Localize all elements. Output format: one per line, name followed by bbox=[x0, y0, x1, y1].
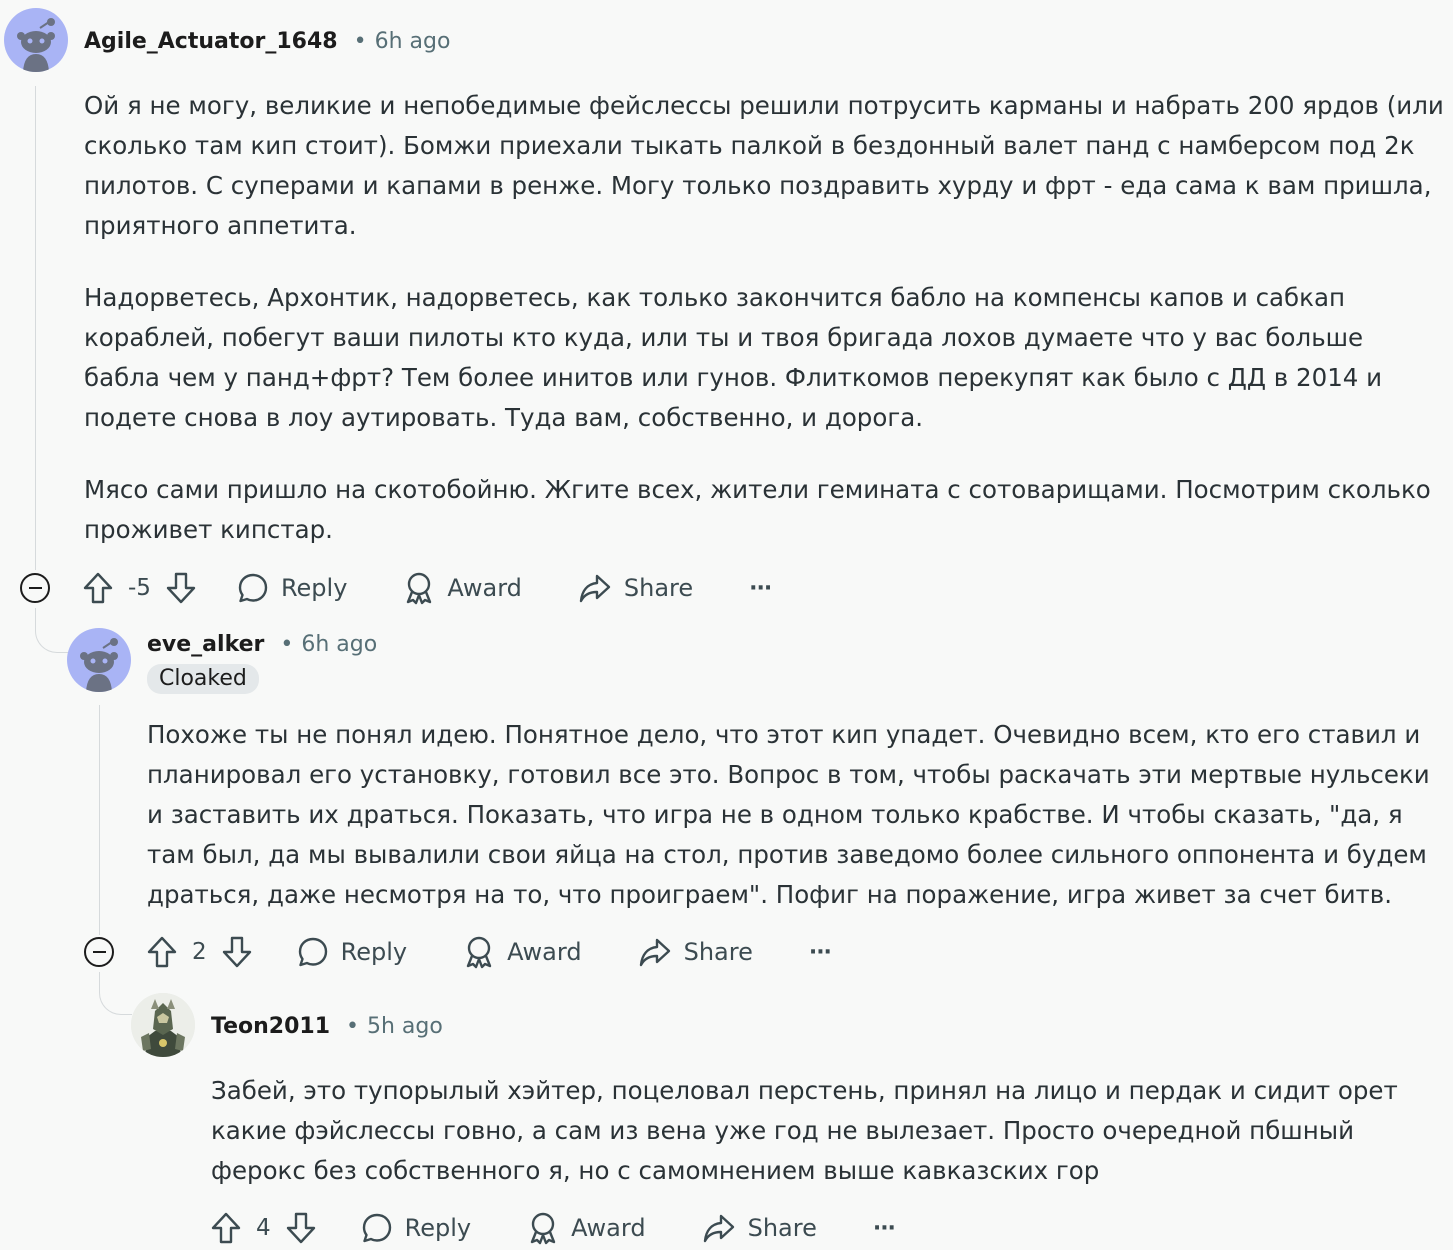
speech-bubble-icon bbox=[298, 937, 327, 967]
vote-count: 4 bbox=[256, 1215, 271, 1241]
share-label: Share bbox=[623, 574, 694, 602]
thread-connector-3 bbox=[99, 972, 132, 1015]
snoo-icon bbox=[80, 638, 118, 692]
more-options-icon: ··· bbox=[808, 939, 832, 965]
share-button[interactable]: Share bbox=[578, 572, 693, 604]
reply-button[interactable]: Reply bbox=[361, 1212, 471, 1244]
speech-bubble-icon bbox=[238, 573, 268, 603]
upvote-button[interactable] bbox=[146, 935, 178, 969]
award-label: Award bbox=[507, 938, 582, 966]
thread-line-1 bbox=[35, 86, 36, 570]
upvote-arrow-icon bbox=[147, 936, 177, 968]
comment-time: 6h ago bbox=[301, 631, 378, 657]
comment-paragraph: Мясо сами пришло на скотобойню. Жгите вс… bbox=[84, 475, 1431, 544]
armored-character-icon bbox=[131, 993, 195, 1057]
snoo-icon bbox=[17, 18, 55, 72]
thread-connector-2 bbox=[35, 612, 68, 653]
collapse-thread-button[interactable] bbox=[84, 937, 114, 967]
comment-timestamp[interactable]: • 6h ago bbox=[280, 632, 377, 657]
comment-time: 5h ago bbox=[367, 1013, 443, 1039]
reply-label: Reply bbox=[340, 938, 408, 966]
more-options-icon: ··· bbox=[872, 1215, 896, 1241]
reply-label: Reply bbox=[404, 1214, 472, 1242]
comment-body: Забей, это тупорылый хэйтер, поцеловал п… bbox=[211, 1071, 1447, 1191]
comment-author[interactable]: Agile_Actuator_1648 bbox=[84, 29, 338, 54]
downvote-arrow-icon bbox=[286, 1212, 315, 1244]
downvote-button[interactable] bbox=[285, 1211, 317, 1245]
comment-timestamp[interactable]: • 6h ago bbox=[354, 29, 451, 54]
downvote-arrow-icon bbox=[222, 936, 251, 968]
reply-label: Reply bbox=[280, 574, 348, 602]
comment-time: 6h ago bbox=[374, 28, 451, 54]
share-label: Share bbox=[683, 938, 753, 966]
comment-paragraph: Ой я не могу, великие и непобедимые фейс… bbox=[84, 91, 1444, 240]
avatar[interactable] bbox=[131, 993, 195, 1057]
comment-actions: 4 Reply Award Share ··· bbox=[210, 1206, 896, 1250]
minus-icon bbox=[28, 587, 42, 589]
award-ribbon-icon bbox=[530, 1212, 556, 1245]
award-label: Award bbox=[447, 574, 522, 602]
separator-dot: • bbox=[346, 1013, 359, 1039]
comment-timestamp[interactable]: • 5h ago bbox=[346, 1014, 443, 1039]
downvote-button[interactable] bbox=[165, 571, 197, 605]
collapse-thread-button[interactable] bbox=[20, 573, 50, 603]
upvote-button[interactable] bbox=[82, 571, 114, 605]
award-button[interactable]: Award bbox=[527, 1211, 646, 1245]
separator-dot: • bbox=[353, 28, 367, 54]
downvote-button[interactable] bbox=[221, 935, 253, 969]
share-label: Share bbox=[747, 1214, 817, 1242]
share-arrow-icon bbox=[579, 574, 611, 603]
speech-bubble-icon bbox=[362, 1213, 391, 1243]
vote-count: 2 bbox=[192, 939, 207, 965]
minus-icon bbox=[92, 951, 106, 953]
avatar[interactable] bbox=[4, 8, 68, 72]
more-options-icon: ··· bbox=[749, 575, 772, 601]
share-button[interactable]: Share bbox=[638, 936, 753, 968]
separator-dot: • bbox=[280, 631, 294, 657]
award-button[interactable]: Award bbox=[403, 571, 522, 605]
upvote-button[interactable] bbox=[210, 1211, 242, 1245]
more-options-button[interactable]: ··· bbox=[872, 1215, 896, 1241]
reply-button[interactable]: Reply bbox=[297, 936, 407, 968]
comment-actions: 2 Reply Award Share ··· bbox=[146, 930, 832, 974]
award-ribbon-icon bbox=[407, 572, 432, 605]
thread-line-2 bbox=[99, 705, 100, 935]
more-options-button[interactable]: ··· bbox=[749, 575, 772, 601]
share-arrow-icon bbox=[639, 938, 670, 967]
vote-count: -5 bbox=[128, 575, 151, 601]
user-flair: Cloaked bbox=[147, 664, 259, 694]
downvote-arrow-icon bbox=[166, 572, 196, 604]
award-label: Award bbox=[571, 1214, 646, 1242]
comment-author[interactable]: Teon2011 bbox=[211, 1014, 330, 1039]
comment-body: Похоже ты не понял идею. Понятное дело, … bbox=[147, 715, 1443, 915]
reply-button[interactable]: Reply bbox=[237, 572, 347, 604]
share-arrow-icon bbox=[703, 1214, 734, 1243]
comment-actions: -5 Reply Award Share ··· bbox=[82, 566, 772, 610]
avatar[interactable] bbox=[67, 628, 131, 692]
comment-paragraph: Похоже ты не понял идею. Понятное дело, … bbox=[147, 720, 1430, 909]
share-button[interactable]: Share bbox=[702, 1212, 817, 1244]
more-options-button[interactable]: ··· bbox=[808, 939, 832, 965]
comment-author[interactable]: eve_alker bbox=[147, 632, 264, 657]
award-button[interactable]: Award bbox=[463, 935, 582, 969]
upvote-arrow-icon bbox=[211, 1212, 241, 1244]
comment-body: Ой я не могу, великие и непобедимые фейс… bbox=[84, 86, 1444, 550]
upvote-arrow-icon bbox=[83, 572, 113, 604]
award-ribbon-icon bbox=[466, 936, 492, 969]
comment-paragraph: Забей, это тупорылый хэйтер, поцеловал п… bbox=[211, 1076, 1398, 1185]
comment-paragraph: Надорветесь, Архонтик, надорветесь, как … bbox=[84, 283, 1383, 432]
